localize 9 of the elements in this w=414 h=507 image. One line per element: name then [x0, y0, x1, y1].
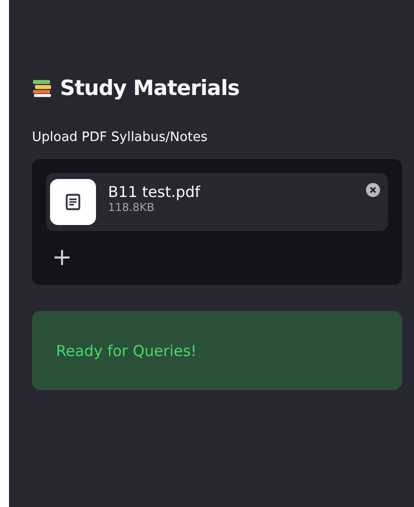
uploader-label: Upload PDF Syllabus/Notes — [32, 130, 208, 145]
sidebar-title: Study Materials — [60, 76, 240, 100]
document-icon — [50, 179, 96, 225]
close-icon[interactable] — [366, 183, 380, 197]
file-size: 118.8KB — [108, 201, 156, 214]
add-file-button[interactable]: + — [46, 237, 78, 277]
file-name: B11 test.pdf — [108, 183, 202, 201]
status-message: Ready for Queries! — [56, 342, 197, 360]
books-icon — [32, 78, 52, 98]
